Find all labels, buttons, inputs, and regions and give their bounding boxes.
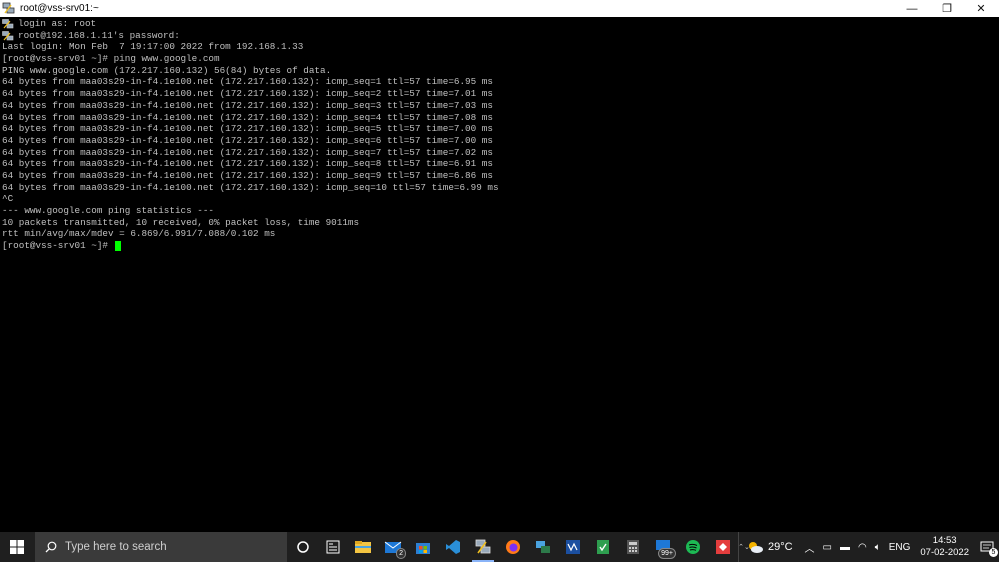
terminal-line-text: root@192.168.1.11's password: xyxy=(18,29,180,41)
notepad-app-icon[interactable] xyxy=(588,532,618,562)
terminal-line: 64 bytes from maa03s29-in-f4.1e100.net (… xyxy=(2,76,499,88)
search-icon xyxy=(45,541,57,553)
notification-app-icon[interactable]: 99+ xyxy=(648,532,678,562)
terminal-line: ^C xyxy=(2,193,499,205)
terminal-line-text: --- www.google.com ping statistics --- xyxy=(2,205,215,216)
terminal-cursor xyxy=(114,240,121,251)
weather-temperature[interactable]: 29°C xyxy=(768,541,793,553)
terminal-line: 64 bytes from maa03s29-in-f4.1e100.net (… xyxy=(2,123,499,135)
search-placeholder: Type here to search xyxy=(65,541,167,553)
terminal-line-text: [root@vss-srv01 ~]# ping www.google.com xyxy=(2,53,220,65)
notification-count: 5 xyxy=(989,548,998,557)
terminal-line-text: 64 bytes from maa03s29-in-f4.1e100.net (… xyxy=(2,111,493,123)
terminal-line: PING www.google.com (172.217.160.132) 56… xyxy=(2,65,499,77)
terminal-line: rtt min/avg/max/mdev = 6.869/6.991/7.088… xyxy=(2,228,499,240)
terminal-line-text: PING www.google.com (172.217.160.132) 56… xyxy=(2,64,332,76)
terminal-line-text: login as: root xyxy=(18,18,97,29)
firefox-icon[interactable] xyxy=(498,532,528,562)
terminal-line-text: 10 packets transmitted, 10 received, 0% … xyxy=(2,216,360,228)
terminal-line-text: 64 bytes from maa03s29-in-f4.1e100.net (… xyxy=(2,134,493,146)
weather-icon[interactable] xyxy=(746,540,764,554)
calculator-icon[interactable] xyxy=(618,532,648,562)
terminal-line-text: 64 bytes from maa03s29-in-f4.1e100.net (… xyxy=(2,88,493,100)
terminal-line: 64 bytes from maa03s29-in-f4.1e100.net (… xyxy=(2,170,499,182)
terminal-line: 64 bytes from maa03s29-in-f4.1e100.net (… xyxy=(2,158,499,170)
app-badge: 99+ xyxy=(658,548,676,559)
app-badge: 2 xyxy=(396,548,406,559)
close-button[interactable]: ✕ xyxy=(964,0,998,17)
system-tray: 29°C ︿ ▭ ▬ ◠ 🔈︎ ENG 14:53 07-02-2022 5 xyxy=(746,532,999,562)
window-title: root@vss-srv01:~ xyxy=(20,3,99,14)
file-explorer-icon[interactable] xyxy=(348,532,378,562)
terminal-line-text: [root@vss-srv01 ~]# xyxy=(2,240,114,252)
minimize-button[interactable]: — xyxy=(895,0,929,17)
clock[interactable]: 14:53 07-02-2022 xyxy=(920,535,969,559)
terminal-line-text: rtt min/avg/max/mdev = 6.869/6.991/7.088… xyxy=(2,228,276,240)
terminal-line: 10 packets transmitted, 10 received, 0% … xyxy=(2,217,499,229)
spotify-icon[interactable] xyxy=(678,532,708,562)
clock-time: 14:53 xyxy=(932,535,957,546)
terminal-line: 64 bytes from maa03s29-in-f4.1e100.net (… xyxy=(2,88,499,100)
terminal-line-text: 64 bytes from maa03s29-in-f4.1e100.net (… xyxy=(2,181,499,193)
vm-app-icon[interactable] xyxy=(558,532,588,562)
widgets-icon[interactable] xyxy=(318,532,348,562)
mail-icon[interactable]: 2 xyxy=(378,532,408,562)
battery-icon[interactable]: ▬ xyxy=(840,542,850,553)
terminal-line-text: Last login: Mon Feb 7 19:17:00 2022 from… xyxy=(2,41,304,53)
store-icon[interactable] xyxy=(408,532,438,562)
putty-icon xyxy=(2,2,16,15)
terminal-line: login as: root xyxy=(2,18,499,30)
terminal-output: login as: root root@192.168.1.11's passwo… xyxy=(2,18,499,252)
terminal-line: 64 bytes from maa03s29-in-f4.1e100.net (… xyxy=(2,135,499,147)
terminal-line-text: 64 bytes from maa03s29-in-f4.1e100.net (… xyxy=(2,123,493,135)
putty-key-icon xyxy=(2,30,14,41)
terminal-line: [root@vss-srv01 ~]# ping www.google.com xyxy=(2,53,499,65)
terminal-line-text: 64 bytes from maa03s29-in-f4.1e100.net (… xyxy=(2,99,493,111)
terminal-line: 64 bytes from maa03s29-in-f4.1e100.net (… xyxy=(2,147,499,159)
search-box[interactable]: Type here to search xyxy=(35,532,287,562)
language-indicator[interactable]: ENG xyxy=(889,542,911,553)
vscode-icon[interactable] xyxy=(438,532,468,562)
terminal-line-text: ^C xyxy=(2,193,14,205)
terminal-line: --- www.google.com ping statistics --- xyxy=(2,205,499,217)
terminal-line: 64 bytes from maa03s29-in-f4.1e100.net (… xyxy=(2,112,499,124)
start-button[interactable] xyxy=(0,532,34,562)
anydesk-icon[interactable] xyxy=(708,532,738,562)
window-titlebar: root@vss-srv01:~ — ❐ ✕ xyxy=(0,0,999,17)
chevron-up-icon[interactable]: ︿ xyxy=(805,540,815,555)
task-view-icon[interactable] xyxy=(288,532,318,562)
pinned-apps: 2 99+ ⌃⌄ xyxy=(288,532,750,562)
putty-key-icon xyxy=(2,19,14,29)
clock-date: 07-02-2022 xyxy=(920,547,969,558)
terminal-line: root@192.168.1.11's password: xyxy=(2,30,499,42)
volume-icon[interactable]: 🔈︎ xyxy=(875,542,881,553)
terminal-line-text: 64 bytes from maa03s29-in-f4.1e100.net (… xyxy=(2,146,493,158)
terminal-line-text: 64 bytes from maa03s29-in-f4.1e100.net (… xyxy=(2,76,493,88)
terminal-area[interactable]: login as: root root@192.168.1.11's passwo… xyxy=(0,17,999,532)
restore-button[interactable]: ❐ xyxy=(930,0,964,17)
network-app-icon[interactable] xyxy=(528,532,558,562)
taskbar: Type here to search 2 99+ ⌃⌄ 29°C ︿ ▭ ▬ ◠ … xyxy=(0,532,999,562)
terminal-line: 64 bytes from maa03s29-in-f4.1e100.net (… xyxy=(2,182,499,194)
notification-center-icon[interactable]: 5 xyxy=(975,532,999,562)
terminal-line-text: 64 bytes from maa03s29-in-f4.1e100.net (… xyxy=(2,158,493,170)
terminal-line: Last login: Mon Feb 7 19:17:00 2022 from… xyxy=(2,41,499,53)
terminal-line: [root@vss-srv01 ~]# xyxy=(2,240,499,252)
terminal-line: 64 bytes from maa03s29-in-f4.1e100.net (… xyxy=(2,100,499,112)
meet-icon[interactable]: ▭ xyxy=(823,542,832,553)
putty-icon[interactable] xyxy=(468,532,498,562)
wifi-icon[interactable]: ◠ xyxy=(858,542,867,553)
windows-logo-icon xyxy=(10,540,24,554)
terminal-line-text: 64 bytes from maa03s29-in-f4.1e100.net (… xyxy=(2,169,493,181)
